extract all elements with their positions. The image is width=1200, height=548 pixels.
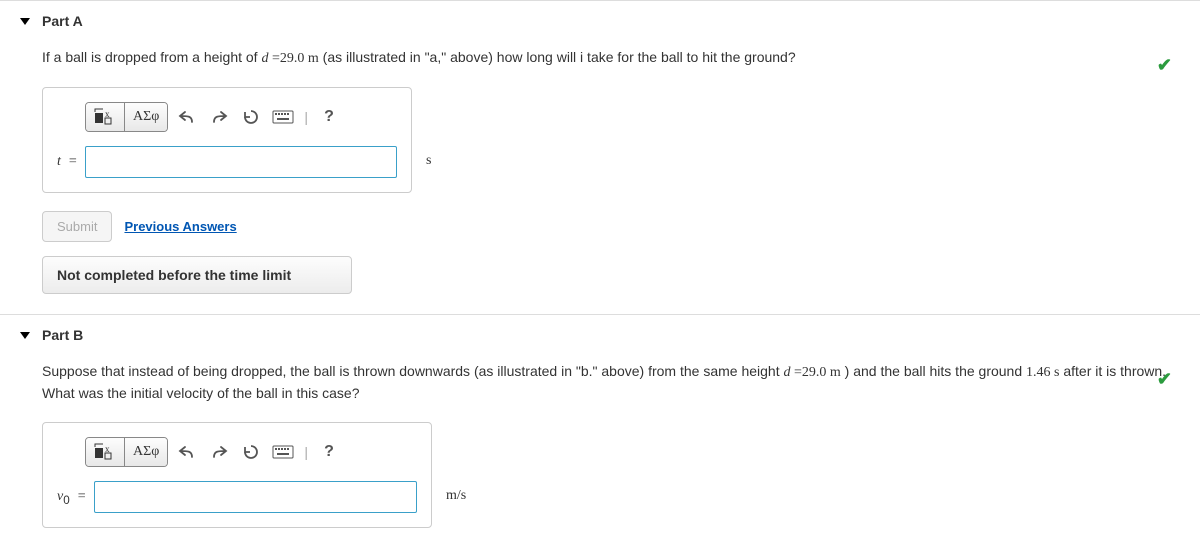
undo-button[interactable] bbox=[174, 437, 200, 467]
toolbar: x ΑΣφ | bbox=[85, 437, 417, 467]
reset-button[interactable] bbox=[238, 102, 264, 132]
separator: | bbox=[302, 444, 310, 460]
part-b-header[interactable]: Part B bbox=[0, 314, 1200, 355]
toolbar: x ΑΣφ | bbox=[85, 102, 397, 132]
question-text: Suppose that instead of being dropped, t… bbox=[42, 361, 1180, 404]
template-group: x ΑΣφ bbox=[85, 102, 168, 132]
q-tval: 1.46 s bbox=[1026, 365, 1059, 380]
q-eq: = bbox=[268, 51, 279, 66]
answer-box: x ΑΣφ | bbox=[42, 87, 412, 193]
answer-box: x ΑΣφ | bbox=[42, 422, 432, 528]
previous-answers-link[interactable]: Previous Answers bbox=[124, 219, 236, 234]
q-text2: (as illustrated in "a," above) how long … bbox=[319, 49, 796, 65]
equals: = bbox=[78, 489, 86, 505]
redo-button[interactable] bbox=[206, 102, 232, 132]
status-message: Not completed before the time limit bbox=[42, 256, 352, 294]
greek-button[interactable]: ΑΣφ bbox=[124, 438, 167, 466]
answer-input[interactable] bbox=[85, 146, 397, 178]
keyboard-button[interactable] bbox=[270, 102, 296, 132]
template-button[interactable]: x bbox=[86, 103, 124, 131]
keyboard-button[interactable] bbox=[270, 437, 296, 467]
unit-label: m/s bbox=[446, 488, 466, 504]
template-button[interactable]: x bbox=[86, 438, 124, 466]
help-button[interactable]: ? bbox=[316, 102, 342, 132]
submit-button[interactable]: Submit bbox=[42, 211, 112, 242]
help-button[interactable]: ? bbox=[316, 437, 342, 467]
variable-label: t bbox=[57, 154, 61, 170]
redo-button[interactable] bbox=[206, 437, 232, 467]
var-sub: 0 bbox=[63, 494, 69, 507]
undo-button[interactable] bbox=[174, 102, 200, 132]
q-text: Suppose that instead of being dropped, t… bbox=[42, 363, 783, 379]
input-row: v0 = bbox=[57, 481, 417, 513]
caret-down-icon bbox=[20, 18, 30, 25]
caret-down-icon bbox=[20, 332, 30, 339]
part-title: Part B bbox=[42, 327, 83, 343]
input-row: t = bbox=[57, 146, 397, 178]
check-icon: ✔ bbox=[1157, 369, 1172, 390]
q-text2: ) and the ball hits the ground bbox=[841, 363, 1026, 379]
question-text: If a ball is dropped from a height of d … bbox=[42, 47, 1180, 69]
q-eq: = bbox=[790, 365, 801, 380]
actions: Submit Previous Answers bbox=[42, 211, 1180, 242]
part-a-header[interactable]: Part A bbox=[0, 0, 1200, 41]
part-a-body: ✔ If a ball is dropped from a height of … bbox=[0, 47, 1200, 314]
template-group: x ΑΣφ bbox=[85, 437, 168, 467]
variable-label: v0 bbox=[57, 487, 70, 507]
part-b-body: ✔ Suppose that instead of being dropped,… bbox=[0, 361, 1200, 548]
equals: = bbox=[69, 154, 77, 170]
answer-input[interactable] bbox=[94, 481, 417, 513]
reset-button[interactable] bbox=[238, 437, 264, 467]
q-val: 29.0 m bbox=[280, 51, 319, 66]
q-val: 29.0 m bbox=[802, 365, 841, 380]
separator: | bbox=[302, 109, 310, 125]
check-icon: ✔ bbox=[1157, 55, 1172, 76]
unit-label: s bbox=[426, 153, 431, 169]
part-title: Part A bbox=[42, 13, 83, 29]
q-text: If a ball is dropped from a height of bbox=[42, 49, 261, 65]
greek-button[interactable]: ΑΣφ bbox=[124, 103, 167, 131]
